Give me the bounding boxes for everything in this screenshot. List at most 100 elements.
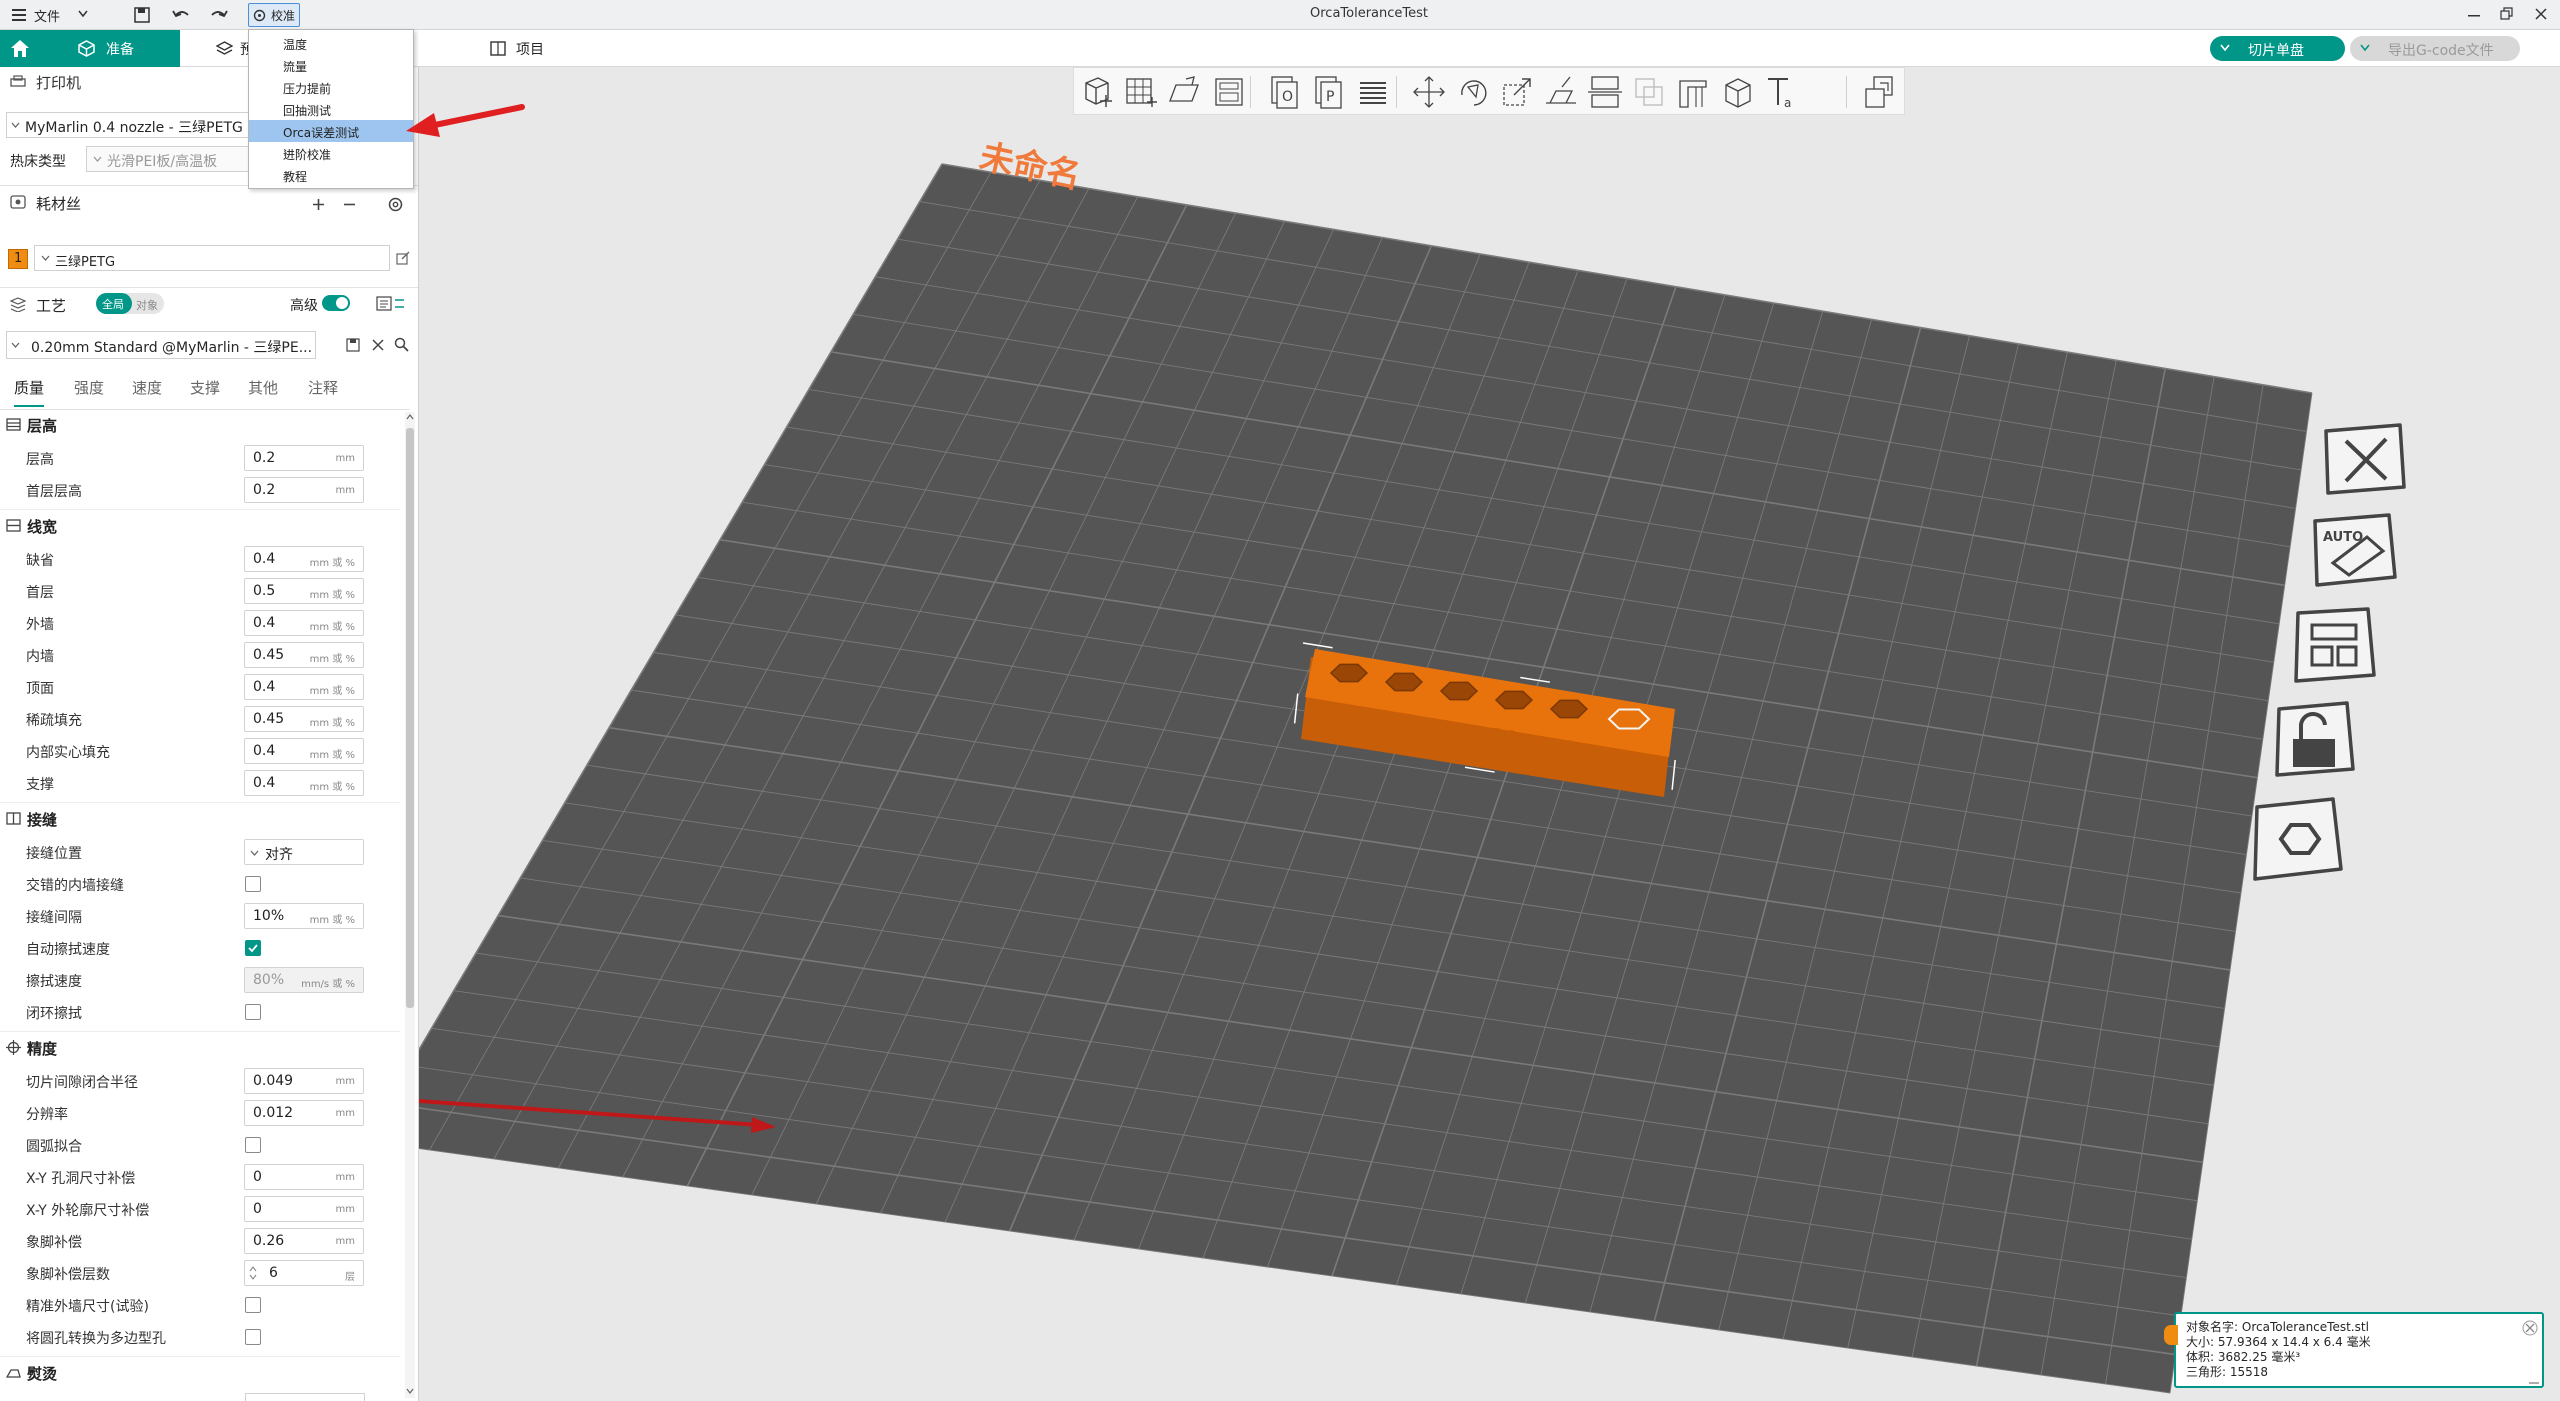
- minimize-icon[interactable]: [2468, 8, 2482, 22]
- arrange-button[interactable]: [2284, 603, 2376, 685]
- slice-button[interactable]: 切片单盘: [2210, 36, 2345, 61]
- tab-quality[interactable]: 质量: [14, 377, 45, 407]
- global-object-toggle[interactable]: 全局 对象: [96, 293, 164, 314]
- edit-icon[interactable]: [396, 251, 410, 265]
- undo-icon[interactable]: [172, 7, 190, 23]
- wipe-speed-input[interactable]: 80% mm/s 或 %: [244, 967, 364, 993]
- close-icon[interactable]: [2522, 1320, 2538, 1336]
- boolean-icon[interactable]: [1630, 73, 1668, 111]
- toggle-object-label[interactable]: 对象: [136, 297, 158, 313]
- resize-grip-icon[interactable]: [2528, 1374, 2540, 1384]
- auto-orient-button[interactable]: AUTO: [2303, 509, 2397, 591]
- precise-outer-wall-checkbox[interactable]: [245, 1297, 261, 1313]
- tab-other[interactable]: 其他: [248, 377, 278, 398]
- orient-icon[interactable]: [1166, 73, 1204, 111]
- line-width-top-input[interactable]: 0.4 mm 或 %: [244, 674, 364, 700]
- tab-prepare[interactable]: 准备: [40, 30, 180, 67]
- resolution-input[interactable]: 0.012 mm: [244, 1100, 364, 1126]
- scroll-down-icon[interactable]: [406, 1388, 414, 1394]
- search-icon[interactable]: [394, 337, 409, 352]
- advanced-toggle[interactable]: [322, 295, 350, 311]
- scrollbar-thumb[interactable]: [406, 428, 414, 1008]
- split-objects-icon[interactable]: O: [1266, 73, 1304, 111]
- calibration-menu[interactable]: 校准: [248, 3, 300, 27]
- slice-closing-radius-input[interactable]: 0.049 mm: [244, 1068, 364, 1094]
- seam-gap-input[interactable]: 10% mm 或 %: [244, 903, 364, 929]
- restore-icon[interactable]: [2500, 7, 2514, 21]
- save-icon[interactable]: [134, 7, 150, 23]
- menu-item-advanced-calibration[interactable]: 进阶校准 ›: [249, 142, 413, 164]
- layer-height-input[interactable]: 0.2 mm: [244, 445, 364, 471]
- delete-all-button[interactable]: [2316, 417, 2408, 499]
- elephant-foot-layers-spinner[interactable]: 6层: [244, 1260, 364, 1286]
- support-painting-icon[interactable]: [1674, 73, 1712, 111]
- loop-wipe-checkbox[interactable]: [245, 1004, 261, 1020]
- line-width-sparse-input[interactable]: 0.45 mm 或 %: [244, 706, 364, 732]
- tab-project[interactable]: 项目: [480, 30, 580, 67]
- chevron-down-icon[interactable]: [78, 10, 88, 18]
- build-plate[interactable]: [419, 164, 2312, 1393]
- add-plate-icon[interactable]: [1122, 73, 1160, 111]
- line-width-default-input[interactable]: 0.4 mm 或 %: [244, 546, 364, 572]
- add-cube-icon[interactable]: [1078, 73, 1116, 111]
- close-icon[interactable]: [372, 339, 384, 351]
- rotate-icon[interactable]: [1454, 73, 1492, 111]
- file-menu[interactable]: 文件: [8, 4, 78, 26]
- close-window-icon[interactable]: [2534, 7, 2548, 21]
- seam-painting-icon[interactable]: [1718, 73, 1756, 111]
- sidebar-scrollbar[interactable]: [405, 412, 415, 1398]
- tab-support[interactable]: 支撑: [190, 377, 220, 398]
- scene-canvas[interactable]: 未命名 0 0.05 0.1 0.2 0.3 0.4: [419, 67, 2560, 1401]
- toggle-global[interactable]: 全局: [96, 293, 132, 314]
- xy-hole-comp-input[interactable]: 0 mm: [244, 1164, 364, 1190]
- redo-icon[interactable]: [210, 7, 228, 23]
- scale-icon[interactable]: [1498, 73, 1536, 111]
- line-width-first-input[interactable]: 0.5 mm 或 %: [244, 578, 364, 604]
- auto-wipe-speed-checkbox[interactable]: [245, 940, 261, 956]
- elephant-foot-input[interactable]: 0.26 mm: [244, 1228, 364, 1254]
- line-width-support-input[interactable]: 0.4 mm 或 %: [244, 770, 364, 796]
- layers-editing-icon[interactable]: [1354, 73, 1392, 111]
- save-icon[interactable]: [346, 338, 360, 352]
- split-parts-icon[interactable]: P: [1310, 73, 1348, 111]
- save-preset-icon[interactable]: [346, 405, 347, 406]
- export-gcode-button[interactable]: 导出G-code文件: [2350, 36, 2520, 61]
- text-tool-icon[interactable]: a: [1762, 73, 1800, 111]
- tab-speed[interactable]: 速度: [132, 377, 162, 398]
- home-button[interactable]: [0, 30, 40, 67]
- move-icon[interactable]: [1410, 73, 1448, 111]
- first-layer-height-input[interactable]: 0.2 mm: [244, 477, 364, 503]
- arrange-icon[interactable]: [1210, 73, 1248, 111]
- printer-profile-select[interactable]: MyMarlin 0.4 nozzle - 三绿PETG: [6, 112, 256, 138]
- menu-item-temperature[interactable]: 温度: [249, 32, 413, 54]
- arc-fitting-checkbox[interactable]: [245, 1137, 261, 1153]
- hole-to-polyhole-checkbox[interactable]: [245, 1329, 261, 1345]
- add-icon[interactable]: [312, 198, 325, 211]
- process-profile-select[interactable]: 0.20mm Standard @MyMarlin - 三绿PE...: [6, 331, 316, 359]
- seam-position-select[interactable]: 对齐: [244, 839, 364, 865]
- tab-notes[interactable]: 注释: [308, 377, 338, 398]
- lay-on-face-icon[interactable]: [1542, 73, 1580, 111]
- assembly-view-icon[interactable]: [1860, 73, 1898, 111]
- bed-type-select[interactable]: 光滑PEI板/高温板: [86, 146, 256, 172]
- line-width-outer-input[interactable]: 0.4 mm 或 %: [244, 610, 364, 636]
- tab-strength[interactable]: 强度: [74, 377, 104, 398]
- compare-icon[interactable]: [376, 296, 406, 312]
- gear-icon[interactable]: [387, 196, 404, 213]
- 3d-viewport[interactable]: 未命名 0 0.05 0.1 0.2 0.3 0.4 O P a AUTO 对象…: [419, 67, 2560, 1401]
- xy-contour-comp-input[interactable]: 0 mm: [244, 1196, 364, 1222]
- filament-select[interactable]: 三绿PETG: [34, 245, 390, 271]
- line-width-inner-input[interactable]: 0.45 mm 或 %: [244, 642, 364, 668]
- cut-icon[interactable]: [1586, 73, 1624, 111]
- menu-item-orca-tolerance[interactable]: Orca误差测试: [249, 120, 413, 142]
- menu-item-flow[interactable]: 流量 ›: [249, 54, 413, 76]
- staggered-seam-checkbox[interactable]: [245, 876, 261, 892]
- lock-button[interactable]: [2265, 699, 2357, 781]
- hole-tolerance-button[interactable]: [2243, 795, 2343, 881]
- menu-item-retraction[interactable]: 回抽测试: [249, 98, 413, 120]
- menu-item-tutorial[interactable]: 教程: [249, 164, 413, 186]
- menu-item-pressure-advance[interactable]: 压力提前: [249, 76, 413, 98]
- line-width-internal-solid-input[interactable]: 0.4 mm 或 %: [244, 738, 364, 764]
- remove-icon[interactable]: [343, 198, 356, 211]
- scroll-up-icon[interactable]: [406, 414, 414, 420]
